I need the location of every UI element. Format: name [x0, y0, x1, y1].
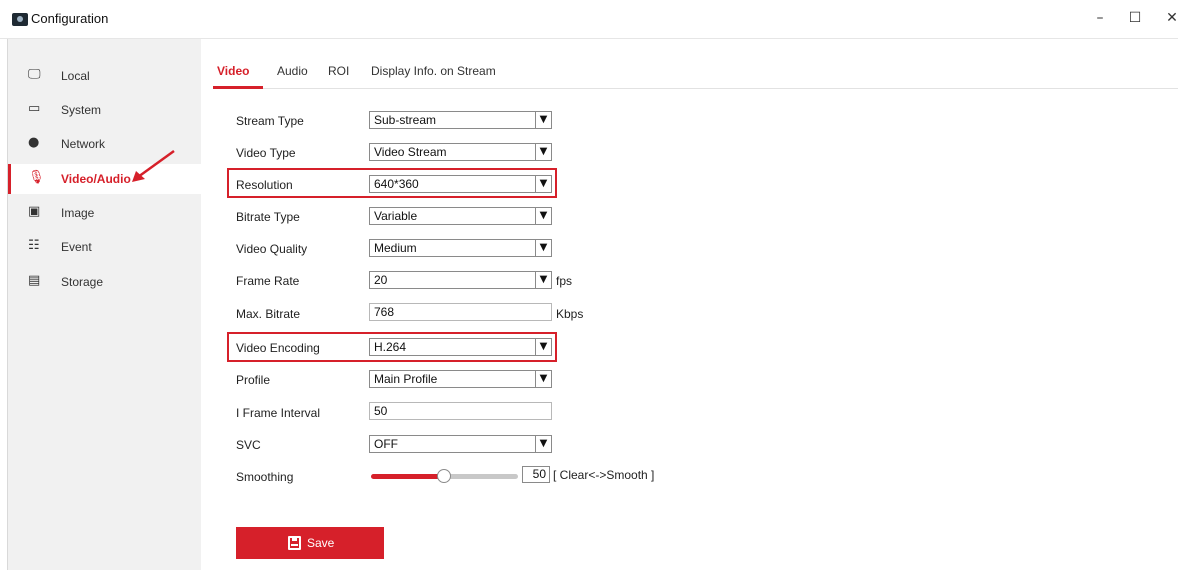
chevron-down-icon: ▼ — [535, 436, 551, 452]
i-frame-interval-value: 50 — [374, 404, 388, 418]
bitrate-type-label: Bitrate Type — [236, 210, 300, 224]
svc-label: SVC — [236, 438, 261, 452]
video-quality-select[interactable]: Medium ▼ — [369, 239, 552, 257]
max-bitrate-value: 768 — [374, 305, 395, 319]
max-bitrate-label: Max. Bitrate — [236, 307, 301, 321]
i-frame-interval-label: I Frame Interval — [236, 406, 321, 420]
stream-type-value: Sub-stream — [374, 113, 437, 127]
smoothing-label: Smoothing — [236, 470, 294, 484]
video-encoding-select[interactable]: H.264 ▼ — [369, 338, 552, 356]
max-bitrate-input[interactable]: 768 — [369, 303, 552, 321]
smoothing-slider-handle[interactable] — [437, 469, 451, 483]
maximize-button[interactable]: ☐ — [1125, 8, 1145, 28]
video-type-value: Video Stream — [374, 145, 447, 159]
tab-audio[interactable]: Audio — [277, 64, 308, 78]
close-button[interactable]: ✕ — [1162, 8, 1178, 28]
tab-display-info[interactable]: Display Info. on Stream — [371, 64, 496, 78]
stream-type-select[interactable]: Sub-stream ▼ — [369, 111, 552, 129]
profile-label: Profile — [236, 373, 271, 387]
resolution-value: 640*360 — [374, 177, 419, 191]
frame-rate-value: 20 — [374, 273, 388, 287]
globe-icon: ● — [28, 135, 40, 150]
sidebar-item-label: Image — [61, 206, 95, 220]
sidebar: 🖵 Local ▭ System ● Network 🎙 Video/Audio… — [7, 39, 201, 570]
video-type-label: Video Type — [236, 146, 296, 160]
video-encoding-label: Video Encoding — [236, 341, 320, 355]
sidebar-item-image[interactable]: ▣ Image — [8, 198, 201, 228]
svc-value: OFF — [374, 437, 398, 451]
stream-type-label: Stream Type — [236, 114, 304, 128]
i-frame-interval-input[interactable]: 50 — [369, 402, 552, 420]
calendar-icon: ☷ — [28, 238, 40, 253]
frame-rate-unit: fps — [556, 274, 573, 288]
window-title: Configuration — [31, 11, 109, 26]
sidebar-item-label: Local — [61, 69, 90, 83]
sidebar-item-label: Video/Audio — [61, 172, 131, 186]
bitrate-type-value: Variable — [374, 209, 418, 223]
monitor-icon: 🖵 — [28, 67, 41, 82]
microphone-icon: 🎙 — [28, 170, 45, 185]
chevron-down-icon: ▼ — [535, 144, 551, 160]
chevron-down-icon: ▼ — [535, 272, 551, 288]
video-type-select[interactable]: Video Stream ▼ — [369, 143, 552, 161]
annotation-arrow-icon — [132, 149, 175, 182]
resolution-label: Resolution — [236, 178, 293, 192]
floppy-save-icon — [288, 536, 301, 550]
sidebar-item-label: System — [61, 103, 102, 117]
max-bitrate-unit: Kbps — [556, 307, 584, 321]
system-icon: ▭ — [28, 101, 41, 116]
frame-rate-select[interactable]: 20 ▼ — [369, 271, 552, 289]
tab-bar: Video Audio ROI Display Info. on Stream — [213, 58, 1178, 89]
sidebar-item-event[interactable]: ☷ Event — [8, 232, 201, 262]
profile-value: Main Profile — [374, 372, 438, 386]
video-quality-value: Medium — [374, 241, 417, 255]
save-button-label: Save — [307, 536, 335, 550]
profile-select[interactable]: Main Profile ▼ — [369, 370, 552, 388]
minimize-button[interactable]: – — [1090, 8, 1110, 28]
chevron-down-icon: ▼ — [535, 176, 551, 192]
sidebar-item-label: Network — [61, 137, 106, 151]
frame-rate-label: Frame Rate — [236, 274, 300, 288]
active-tab-indicator — [213, 86, 263, 89]
chevron-down-icon: ▼ — [535, 208, 551, 224]
title-bar: Configuration – ☐ ✕ — [0, 0, 1178, 39]
sidebar-item-label: Event — [61, 240, 92, 254]
image-icon: ▣ — [28, 204, 41, 219]
smoothing-slider-fill[interactable] — [371, 474, 443, 479]
smoothing-value-input[interactable]: 50 — [522, 466, 550, 483]
chevron-down-icon: ▼ — [535, 112, 551, 128]
floppy-icon: ▤ — [28, 273, 41, 288]
save-button[interactable]: Save — [236, 527, 384, 559]
sidebar-item-storage[interactable]: ▤ Storage — [8, 267, 201, 297]
sidebar-item-label: Storage — [61, 275, 104, 289]
resolution-select[interactable]: 640*360 ▼ — [369, 175, 552, 193]
chevron-down-icon: ▼ — [535, 240, 551, 256]
bitrate-type-select[interactable]: Variable ▼ — [369, 207, 552, 225]
svc-select[interactable]: OFF ▼ — [369, 435, 552, 453]
sidebar-item-local[interactable]: 🖵 Local — [8, 61, 201, 91]
video-quality-label: Video Quality — [236, 242, 308, 256]
smoothing-hint: [ Clear<->Smooth ] — [553, 468, 655, 482]
app-icon — [12, 13, 28, 26]
tab-roi[interactable]: ROI — [328, 64, 349, 78]
tab-video[interactable]: Video — [217, 64, 249, 78]
smoothing-slider-track[interactable] — [443, 474, 518, 479]
video-encoding-value: H.264 — [374, 340, 407, 354]
chevron-down-icon: ▼ — [535, 339, 551, 355]
sidebar-item-system[interactable]: ▭ System — [8, 95, 201, 125]
chevron-down-icon: ▼ — [535, 371, 551, 387]
